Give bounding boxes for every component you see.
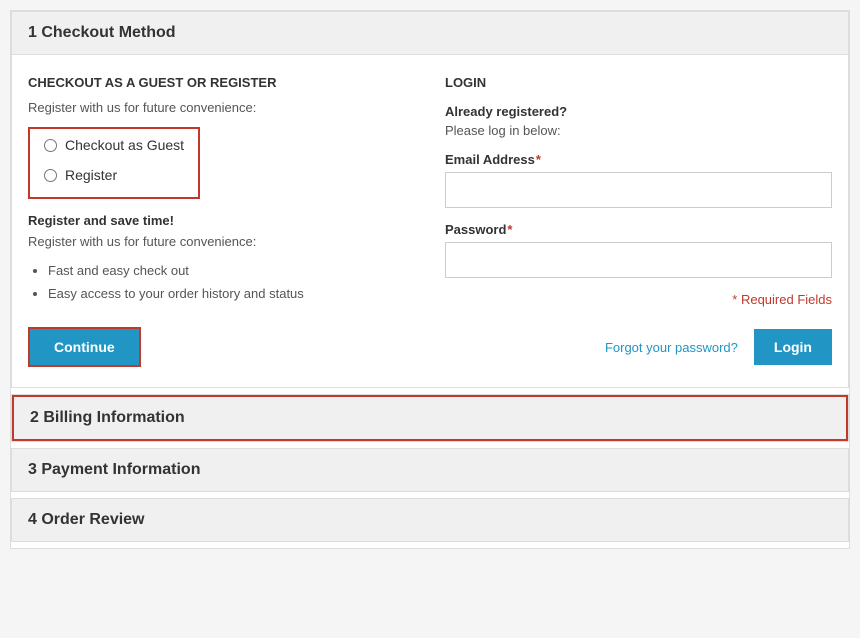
payment-section: 3 Payment Information — [11, 448, 849, 492]
actions-right: Forgot your password? Login — [605, 329, 832, 365]
email-label: Email Address* — [445, 152, 832, 167]
actions-row: Continue Forgot your password? Login — [28, 327, 832, 367]
guest-register-heading: CHECKOUT AS A GUEST OR REGISTER — [28, 75, 415, 90]
email-form-group: Email Address* — [445, 152, 832, 208]
login-button[interactable]: Login — [754, 329, 832, 365]
benefits-list: Fast and easy check out Easy access to y… — [28, 259, 415, 306]
email-required-marker: * — [536, 152, 541, 167]
section-1-title: 1 Checkout Method — [28, 24, 176, 41]
order-review-title: 4 Order Review — [28, 511, 145, 528]
page-wrapper: 1 Checkout Method CHECKOUT AS A GUEST OR… — [10, 10, 850, 549]
password-label: Password* — [445, 222, 832, 237]
already-registered-text: Already registered? — [445, 104, 832, 119]
radio-group-box: Checkout as Guest Register — [28, 127, 200, 199]
checkout-method-content: CHECKOUT AS A GUEST OR REGISTER Register… — [12, 55, 848, 387]
login-heading: LOGIN — [445, 75, 832, 90]
billing-section: 2 Billing Information — [11, 394, 849, 442]
password-required-marker: * — [507, 222, 512, 237]
forgot-password-link[interactable]: Forgot your password? — [605, 340, 738, 355]
guest-radio[interactable] — [44, 139, 57, 152]
guest-label[interactable]: Checkout as Guest — [65, 137, 184, 153]
payment-header[interactable]: 3 Payment Information — [12, 449, 848, 491]
register-label[interactable]: Register — [65, 167, 117, 183]
continue-button[interactable]: Continue — [28, 327, 141, 367]
checkout-grid: CHECKOUT AS A GUEST OR REGISTER Register… — [28, 75, 832, 317]
guest-register-column: CHECKOUT AS A GUEST OR REGISTER Register… — [28, 75, 415, 317]
register-save-subtitle: Register with us for future convenience: — [28, 234, 415, 249]
checkout-method-section: 1 Checkout Method CHECKOUT AS A GUEST OR… — [11, 11, 849, 388]
benefit-1: Fast and easy check out — [48, 259, 415, 282]
billing-header[interactable]: 2 Billing Information — [12, 395, 848, 441]
please-log-in-text: Please log in below: — [445, 123, 832, 138]
password-input[interactable] — [445, 242, 832, 278]
password-form-group: Password* — [445, 222, 832, 278]
register-subtitle-top: Register with us for future convenience: — [28, 100, 415, 115]
register-option[interactable]: Register — [38, 163, 190, 187]
login-column: LOGIN Already registered? Please log in … — [445, 75, 832, 317]
guest-option[interactable]: Checkout as Guest — [38, 133, 190, 157]
email-input[interactable] — [445, 172, 832, 208]
register-radio[interactable] — [44, 169, 57, 182]
required-fields-note: * Required Fields — [445, 292, 832, 307]
benefit-2: Easy access to your order history and st… — [48, 282, 415, 305]
order-review-section: 4 Order Review — [11, 498, 849, 542]
order-review-header[interactable]: 4 Order Review — [12, 499, 848, 541]
actions-left: Continue — [28, 327, 141, 367]
payment-title: 3 Payment Information — [28, 461, 200, 478]
register-save-heading: Register and save time! — [28, 213, 415, 228]
checkout-method-header: 1 Checkout Method — [12, 12, 848, 55]
billing-title: 2 Billing Information — [30, 409, 185, 426]
